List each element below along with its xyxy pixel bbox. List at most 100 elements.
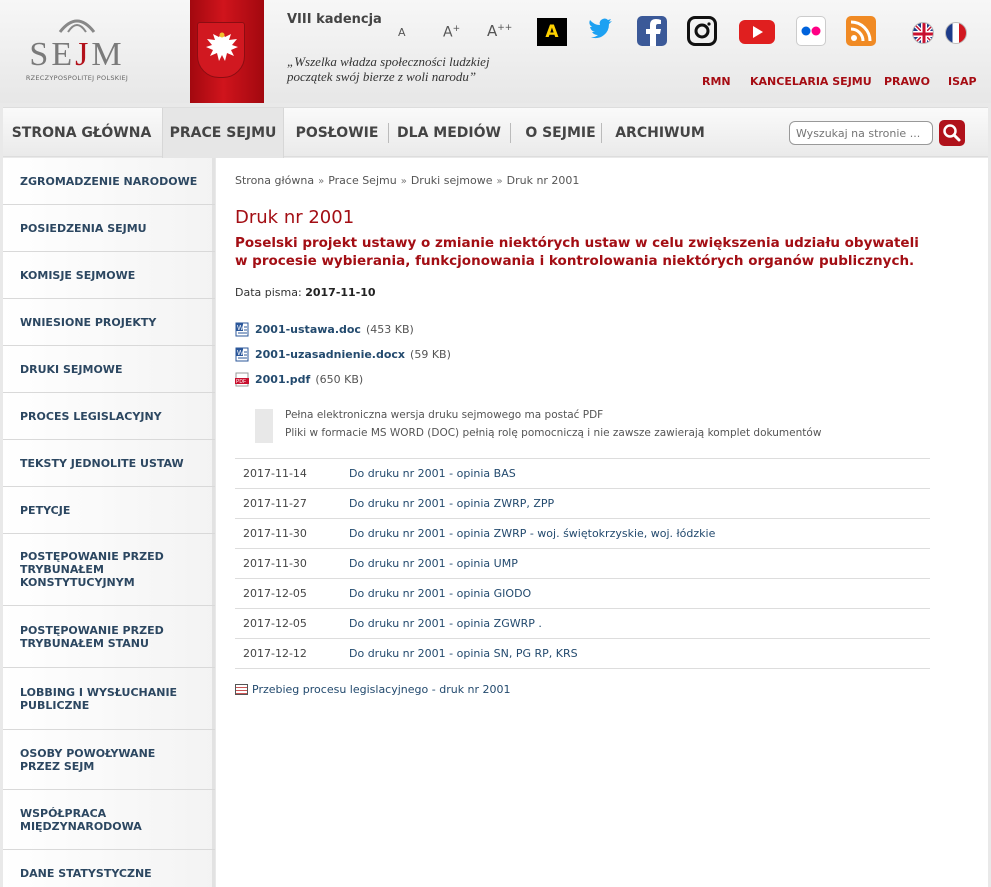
english-flag-icon[interactable] <box>912 22 934 44</box>
file-item: W 2001-ustawa.doc (453 KB) <box>235 322 414 337</box>
table-row: 2017-12-12 Do druku nr 2001 - opinia SN, … <box>235 639 930 669</box>
table-row: 2017-11-14 Do druku nr 2001 - opinia BAS <box>235 459 930 489</box>
date-label: Data pisma: <box>235 286 302 299</box>
toplink-isap[interactable]: ISAP <box>948 75 977 88</box>
breadcrumb: Strona główna» Prace Sejmu» Druki sejmowe»… <box>235 174 579 187</box>
font-size-larger-label: A <box>443 24 453 41</box>
pdf-icon: PDF <box>235 372 249 387</box>
font-size-largest-label: A <box>487 22 498 40</box>
opinion-date: 2017-11-27 <box>243 497 307 510</box>
breadcrumb-current: Druk nr 2001 <box>506 174 580 187</box>
font-size-largest-sup: ++ <box>497 23 513 33</box>
sidebar-item-wniesione-projekty[interactable]: WNIESIONE PROJEKTY <box>3 299 215 346</box>
nav-prace-sejmu[interactable]: PRACE SEJMU <box>162 108 284 158</box>
opinion-link[interactable]: Do druku nr 2001 - opinia GIODO <box>349 579 531 609</box>
nav-dla-mediow[interactable]: DLA MEDIÓW <box>389 108 509 158</box>
file-link[interactable]: 2001.pdf <box>255 373 310 386</box>
sidebar-item-wspolpraca-miedzynarodowa[interactable]: WSPÓŁPRACA MIĘDZYNARODOWA <box>3 790 215 850</box>
font-size-normal-button[interactable]: A <box>398 26 406 39</box>
facebook-icon[interactable] <box>637 16 667 46</box>
breadcrumb-home[interactable]: Strona główna <box>235 174 314 187</box>
twitter-icon[interactable] <box>586 16 616 46</box>
file-size: (453 KB) <box>365 323 414 336</box>
motto-text: „Wszelka władza społeczności ludzkiej po… <box>287 54 490 84</box>
search-button[interactable] <box>939 120 965 146</box>
file-link[interactable]: 2001-ustawa.doc <box>255 323 361 336</box>
table-icon <box>235 684 248 695</box>
table-row: 2017-11-27 Do druku nr 2001 - opinia ZWRP… <box>235 489 930 519</box>
flickr-icon[interactable] <box>796 16 826 46</box>
rss-icon[interactable] <box>846 16 876 46</box>
opinion-link[interactable]: Do druku nr 2001 - opinia ZGWRP . <box>349 609 542 639</box>
sidebar-item-druki-sejmowe[interactable]: DRUKI SEJMOWE <box>3 346 215 393</box>
sidebar-item-posiedzenia-sejmu[interactable]: POSIEDZENIA SEJMU <box>3 205 215 252</box>
search-input[interactable] <box>789 121 933 145</box>
font-size-larger-button[interactable]: A+ <box>443 24 460 41</box>
toplink-kancelaria[interactable]: KANCELARIA SEJMU <box>750 75 872 88</box>
nav-strona-glowna[interactable]: STRONA GŁÓWNA <box>3 108 160 158</box>
document-date: Data pisma: 2017-11-10 <box>235 286 376 299</box>
opinion-date: 2017-11-14 <box>243 467 307 480</box>
page-title: Druk nr 2001 <box>235 207 355 228</box>
svg-text:W: W <box>237 325 244 332</box>
nav-poslowie[interactable]: POSŁOWIE <box>286 108 388 158</box>
table-row: 2017-11-30 Do druku nr 2001 - opinia ZWRP… <box>235 519 930 549</box>
sidebar-item-trybunal-konstytucyjny[interactable]: POSTĘPOWANIE PRZED TRYBUNAŁEM KONSTYTUCY… <box>3 534 215 606</box>
opinion-date: 2017-11-30 <box>243 557 307 570</box>
svg-text:PDF: PDF <box>236 379 246 385</box>
file-link[interactable]: 2001-uzasadnienie.docx <box>255 348 405 361</box>
file-item: PDF 2001.pdf (650 KB) <box>235 372 363 387</box>
word-doc-icon: W <box>235 322 249 337</box>
breadcrumb-separator: » <box>496 176 503 187</box>
file-size: (650 KB) <box>315 373 364 386</box>
sejm-logo[interactable]: SEJM RZECZYPOSPOLITEJ POLSKIEJ <box>22 12 132 88</box>
youtube-icon[interactable] <box>739 20 775 44</box>
note-line: Pełna elektroniczna wersja druku sejmowe… <box>285 409 604 421</box>
opinion-link[interactable]: Do druku nr 2001 - opinia ZWRP - woj. św… <box>349 519 715 549</box>
opinions-table: 2017-11-14 Do druku nr 2001 - opinia BAS … <box>235 458 930 669</box>
opinion-link[interactable]: Do druku nr 2001 - opinia BAS <box>349 459 516 489</box>
sidebar-item-proces-legislacyjny[interactable]: PROCES LEGISLACYJNY <box>3 393 215 440</box>
svg-text:W: W <box>237 350 244 357</box>
breadcrumb-separator: » <box>400 176 407 187</box>
opinion-link[interactable]: Do druku nr 2001 - opinia ZWRP, ZPP <box>349 489 554 519</box>
search-icon <box>943 124 961 142</box>
toplink-rmn[interactable]: RMN <box>702 75 731 88</box>
site-header: SEJM RZECZYPOSPOLITEJ POLSKIEJ VIII kade… <box>0 0 991 103</box>
toplink-prawo[interactable]: PRAWO <box>884 75 930 88</box>
sidebar: ZGROMADZENIE NARODOWE POSIEDZENIA SEJMU … <box>3 158 215 887</box>
logo-subtitle: RZECZYPOSPOLITEJ POLSKIEJ <box>25 74 129 82</box>
note-marker <box>255 409 273 443</box>
sidebar-item-lobbing[interactable]: LOBBING I WYSŁUCHANIE PUBLICZNE <box>3 668 215 730</box>
date-value: 2017-11-10 <box>305 286 376 299</box>
opinion-link[interactable]: Do druku nr 2001 - opinia UMP <box>349 549 518 579</box>
nav-archiwum[interactable]: ARCHIWUM <box>602 108 718 158</box>
sidebar-item-komisje-sejmowe[interactable]: KOMISJE SEJMOWE <box>3 252 215 299</box>
file-item: W 2001-uzasadnienie.docx (59 KB) <box>235 347 451 362</box>
breadcrumb-prace-sejmu[interactable]: Prace Sejmu <box>328 174 397 187</box>
sidebar-item-dane-statystyczne[interactable]: DANE STATYSTYCZNE <box>3 850 215 887</box>
main-nav: STRONA GŁÓWNA PRACE SEJMU POSŁOWIE DLA M… <box>3 107 988 158</box>
legislative-process-label: Przebieg procesu legislacyjnego - druk n… <box>252 683 511 696</box>
breadcrumb-druki-sejmowe[interactable]: Druki sejmowe <box>411 174 493 187</box>
font-size-largest-button[interactable]: A++ <box>487 22 512 40</box>
sidebar-item-petycje[interactable]: PETYCJE <box>3 487 215 534</box>
eagle-emblem-icon <box>197 22 245 78</box>
word-doc-icon: W <box>235 347 249 362</box>
file-size: (59 KB) <box>410 348 451 361</box>
table-row: 2017-12-05 Do druku nr 2001 - opinia ZGWR… <box>235 609 930 639</box>
opinion-link[interactable]: Do druku nr 2001 - opinia SN, PG RP, KRS <box>349 639 578 669</box>
nav-o-sejmie[interactable]: O SEJMIE <box>511 108 610 158</box>
sidebar-item-zgromadzenie-narodowe[interactable]: ZGROMADZENIE NARODOWE <box>3 158 215 205</box>
sidebar-item-osoby-powolywane[interactable]: OSOBY POWOŁYWANE PRZEZ SEJM <box>3 730 215 790</box>
sejm-dome-icon <box>58 19 96 33</box>
sidebar-item-trybunal-stanu[interactable]: POSTĘPOWANIE PRZED TRYBUNAŁEM STANU <box>3 606 215 668</box>
legislative-process-link[interactable]: Przebieg procesu legislacyjnego - druk n… <box>235 683 511 696</box>
instagram-icon[interactable] <box>687 16 717 46</box>
sidebar-item-teksty-jednolite[interactable]: TEKSTY JEDNOLITE USTAW <box>3 440 215 487</box>
high-contrast-button[interactable]: A <box>537 18 567 46</box>
main-content: Strona główna» Prace Sejmu» Druki sejmowe»… <box>216 158 988 887</box>
font-size-larger-sup: + <box>452 24 461 34</box>
french-flag-icon[interactable] <box>945 22 967 44</box>
opinion-date: 2017-12-05 <box>243 587 307 600</box>
